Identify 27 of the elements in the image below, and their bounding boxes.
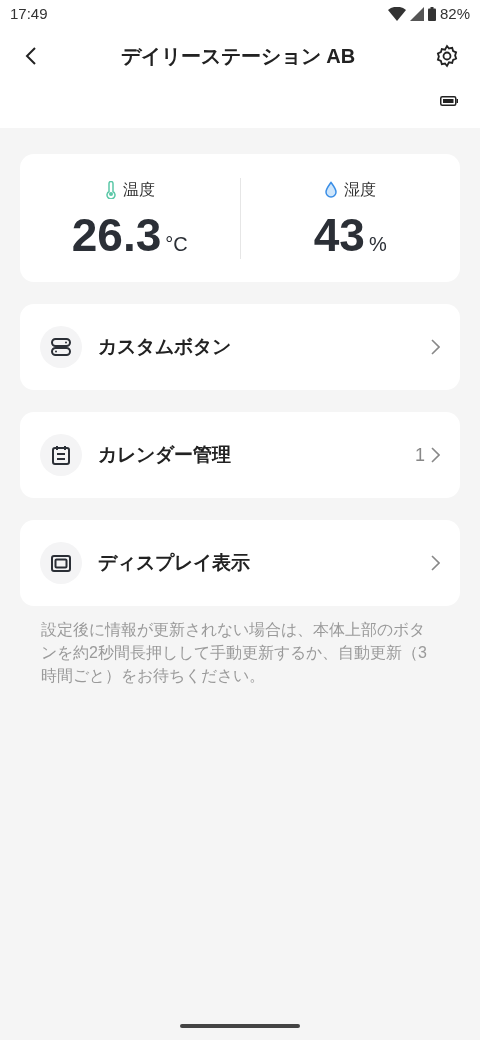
chevron-right-icon — [431, 447, 440, 463]
menu-item[interactable]: カレンダー管理 1 — [20, 412, 460, 498]
reading-label: 温度 — [122, 179, 155, 200]
settings-button[interactable] — [434, 43, 460, 69]
wifi-icon — [387, 7, 406, 21]
cell-signal-icon — [409, 7, 424, 21]
battery-percent: 82% — [439, 3, 470, 24]
reading-value: 26.3 — [71, 211, 162, 258]
toggle-stack-icon — [50, 336, 72, 358]
reading-unit: % — [368, 231, 387, 257]
thermometer-icon — [104, 180, 117, 199]
reading-value: 43 — [313, 211, 365, 258]
display-icon — [50, 552, 72, 574]
page-title: デイリーステーション AB — [120, 44, 356, 69]
chevron-right-icon — [431, 339, 440, 355]
help-note: 設定後に情報が更新されない場合は、本体上部のボタンを約2秒間長押しして手動更新するか、自動更新（3時間ごと）をお待ちください。 — [40, 620, 428, 686]
reading-label: 湿度 — [344, 179, 377, 200]
device-battery-icon — [440, 96, 458, 106]
water-drop-icon — [324, 180, 339, 199]
battery-icon — [427, 7, 436, 21]
menu-item[interactable]: カスタムボタン — [20, 304, 460, 390]
item-count: 1 — [415, 443, 425, 467]
reading-unit: °C — [165, 231, 188, 257]
menu-item[interactable]: ディスプレイ表示 — [20, 520, 460, 606]
calendar-icon — [50, 444, 72, 466]
status-time: 17:49 — [10, 3, 48, 24]
chevron-right-icon — [431, 555, 440, 571]
